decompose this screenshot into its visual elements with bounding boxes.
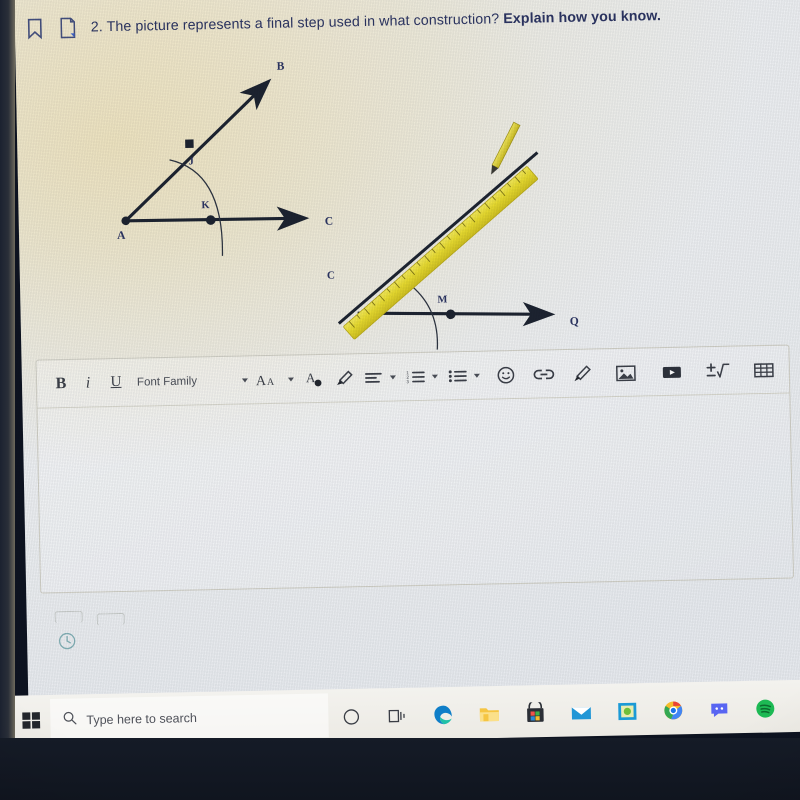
text-color-icon[interactable]: A — [301, 363, 328, 394]
task-view-icon[interactable] — [384, 703, 411, 730]
svg-text:J: J — [188, 156, 193, 167]
search-icon — [62, 710, 77, 730]
italic-button[interactable]: i — [75, 368, 102, 399]
spotify-icon[interactable] — [752, 695, 779, 722]
question-body: The picture represents a final step used… — [106, 11, 500, 36]
svg-text:3: 3 — [406, 379, 409, 384]
link-icon[interactable] — [529, 359, 560, 390]
font-family-select[interactable]: Font Family — [131, 365, 240, 397]
insert-image-icon[interactable] — [611, 357, 642, 388]
highlighter-icon[interactable] — [331, 363, 358, 394]
equation-icon[interactable] — [703, 355, 734, 386]
font-family-chevron-down-icon[interactable] — [241, 377, 248, 383]
svg-text:C: C — [325, 216, 334, 228]
right-angle-diagram: C M Q — [327, 121, 579, 358]
svg-text:Q: Q — [570, 316, 579, 328]
screen-surface: 2. The picture represents a final step u… — [14, 0, 800, 712]
svg-text:A: A — [267, 376, 275, 387]
svg-text:A: A — [117, 230, 126, 242]
left-angle-diagram: A B C J K — [117, 61, 334, 256]
font-size-icon[interactable]: A A — [255, 364, 286, 395]
bulleted-list-icon[interactable] — [445, 360, 472, 391]
insert-table-icon[interactable] — [749, 354, 780, 385]
answer-textarea[interactable] — [37, 394, 793, 593]
search-input[interactable]: Type here to search — [49, 693, 329, 743]
svg-text:A: A — [256, 374, 267, 389]
microsoft-store-icon[interactable] — [522, 700, 549, 727]
svg-text:A: A — [306, 370, 316, 385]
align-chevron-down-icon[interactable] — [389, 374, 396, 380]
svg-text:M: M — [437, 294, 447, 305]
discord-icon[interactable] — [706, 696, 733, 723]
text-align-icon[interactable] — [361, 362, 388, 393]
geometry-figure: A B C J K C M Q — [15, 32, 800, 358]
font-family-label: Font Family — [136, 374, 198, 389]
bulleted-list-chevron-down-icon[interactable] — [473, 373, 480, 378]
photos-icon[interactable] — [614, 698, 641, 725]
question-number: 2. — [90, 19, 104, 36]
draw-icon[interactable] — [569, 358, 596, 389]
numbered-list-chevron-down-icon[interactable] — [431, 374, 438, 379]
photo-edge-bottom — [0, 738, 800, 800]
rich-text-editor: B i U Font Family A A A 1 2 3 — [35, 344, 795, 594]
svg-text:K: K — [201, 200, 210, 211]
clock-icon — [57, 631, 77, 656]
lower-page-controls — [40, 589, 793, 662]
svg-text:B: B — [277, 61, 285, 73]
emoji-icon[interactable] — [493, 359, 520, 390]
microsoft-edge-icon[interactable] — [430, 702, 457, 729]
google-chrome-icon[interactable] — [660, 697, 687, 724]
pencil-icon — [491, 121, 521, 175]
underline-button[interactable]: U — [101, 367, 132, 398]
ghost-button-1[interactable] — [54, 610, 83, 624]
insert-video-icon[interactable] — [657, 356, 688, 387]
mail-icon[interactable] — [568, 699, 595, 726]
windows-start-icon[interactable] — [18, 707, 45, 734]
search-placeholder: Type here to search — [86, 711, 198, 728]
numbered-list-icon[interactable]: 123 — [403, 361, 430, 392]
question-prompt: Explain how you know. — [503, 8, 662, 28]
question-text: 2. The picture represents a final step u… — [91, 8, 661, 35]
page-icon[interactable] — [58, 16, 78, 40]
cortana-icon[interactable] — [338, 704, 365, 731]
font-size-chevron-down-icon[interactable] — [287, 376, 294, 382]
svg-text:C: C — [327, 270, 335, 282]
file-explorer-icon[interactable] — [476, 701, 503, 728]
laptop-screen-photo: 2. The picture represents a final step u… — [0, 0, 800, 800]
bold-button[interactable]: B — [47, 368, 76, 399]
bookmark-icon[interactable] — [25, 16, 45, 40]
ghost-button-2[interactable] — [96, 612, 125, 626]
photo-edge-left — [0, 0, 15, 800]
